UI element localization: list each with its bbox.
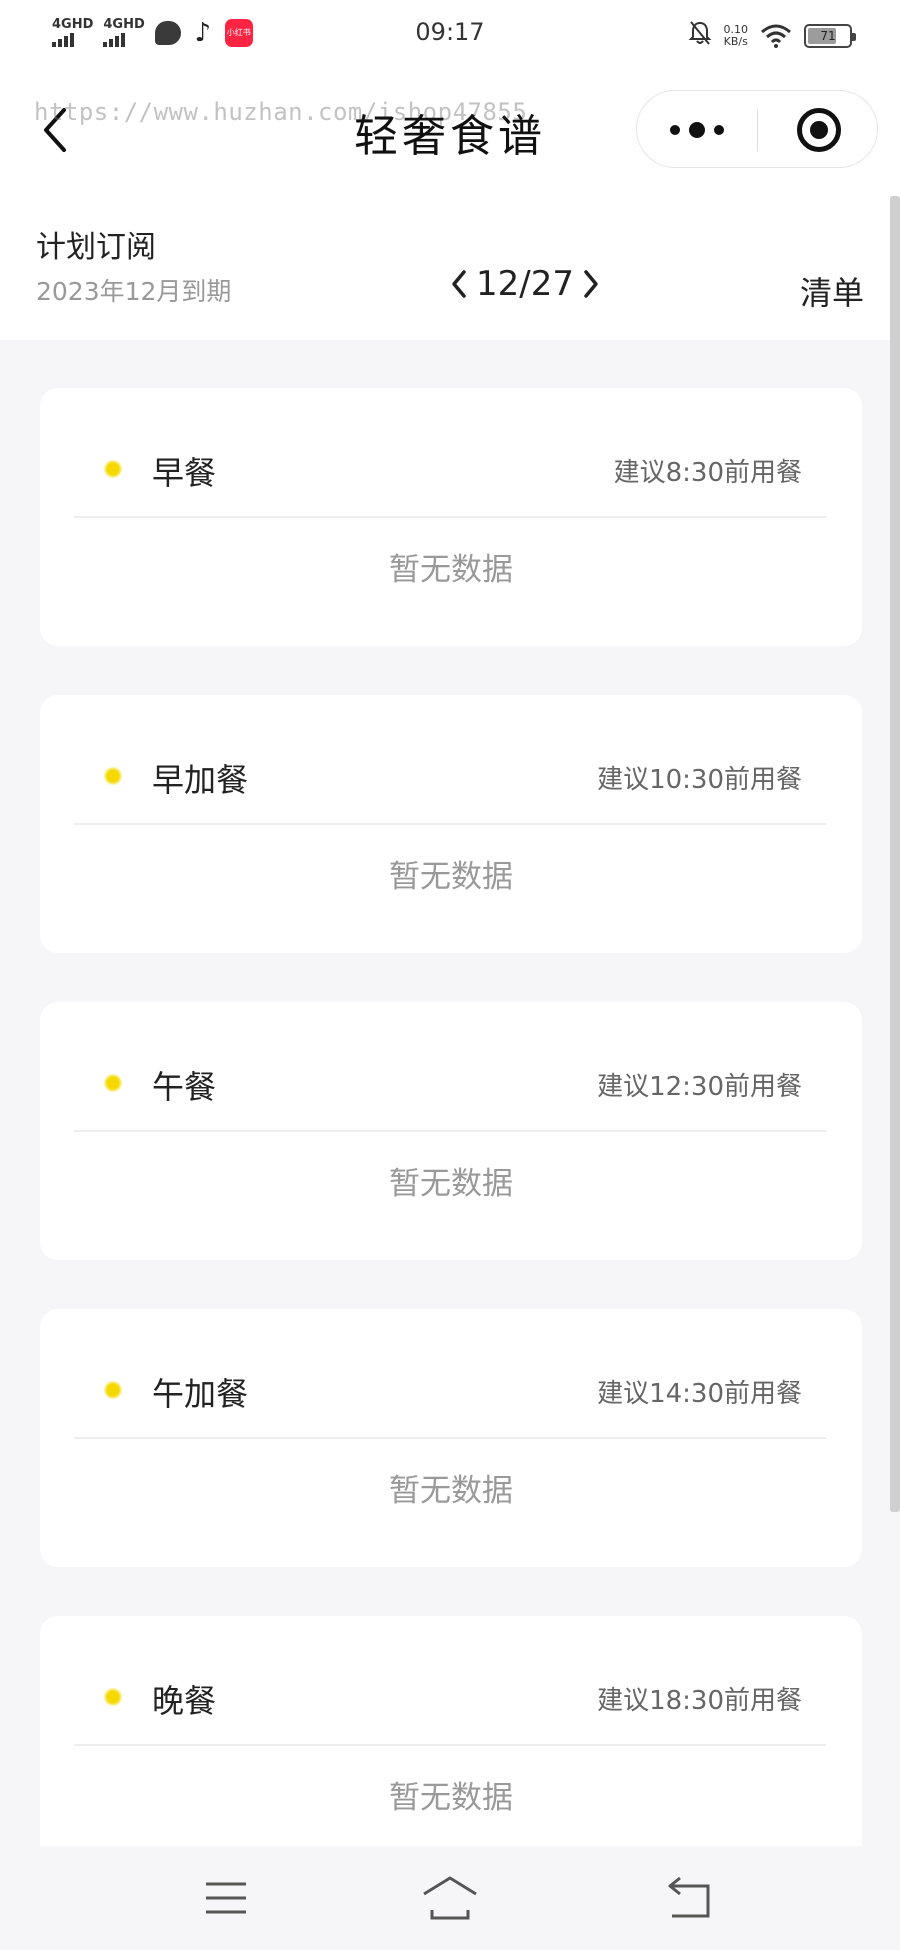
home-button[interactable] bbox=[420, 1872, 480, 1924]
meal-empty-text: 暂无数据 bbox=[389, 859, 513, 895]
meal-card[interactable]: 午餐 建议12:30前用餐 暂无数据 bbox=[40, 1002, 862, 1260]
next-date-chevron-icon[interactable] bbox=[580, 264, 602, 304]
meal-time-tip: 建议12:30前用餐 bbox=[597, 1072, 802, 1102]
list-button[interactable]: 清单 bbox=[800, 268, 864, 314]
meal-dot-icon bbox=[104, 1381, 122, 1399]
meal-name: 早加餐 bbox=[152, 761, 249, 799]
battery-tip bbox=[852, 33, 856, 41]
meal-divider bbox=[74, 823, 826, 825]
status-right-icons: 0.10 KB/s 71 bbox=[688, 20, 856, 52]
meal-card[interactable]: 晚餐 建议18:30前用餐 暂无数据 bbox=[40, 1616, 862, 1846]
status-bar: 4GHD 4GHD ♪ 小红书 09:17 0.10 KB/s 71 bbox=[0, 0, 900, 66]
meal-name: 午加餐 bbox=[152, 1375, 249, 1413]
meal-dot-icon bbox=[104, 460, 122, 478]
miniprogram-capsule bbox=[636, 90, 878, 168]
battery-level-text: 71 bbox=[820, 29, 836, 43]
meal-dot-icon bbox=[104, 1688, 122, 1706]
battery-icon: 71 bbox=[804, 24, 856, 48]
meal-empty-text: 暂无数据 bbox=[389, 1780, 513, 1816]
meal-time-tip: 建议14:30前用餐 bbox=[597, 1379, 802, 1409]
back-system-button[interactable] bbox=[660, 1872, 720, 1924]
mute-bell-icon bbox=[688, 20, 712, 52]
more-menu-button[interactable] bbox=[637, 91, 757, 169]
wifi-icon bbox=[760, 24, 792, 48]
current-date: 12/27 bbox=[476, 264, 574, 304]
return-arrow-icon bbox=[668, 1876, 710, 1918]
meal-name: 午餐 bbox=[152, 1068, 217, 1106]
date-navigator: 12/27 bbox=[448, 264, 602, 304]
nav-bar: https://www.huzhan.com/ishop47855 轻奢食谱 bbox=[0, 66, 900, 196]
meal-name: 早餐 bbox=[152, 454, 217, 492]
net-speed-unit: KB/s bbox=[723, 35, 748, 48]
meal-divider bbox=[74, 516, 826, 518]
meal-empty-text: 暂无数据 bbox=[389, 1166, 513, 1202]
meal-empty-text: 暂无数据 bbox=[389, 552, 513, 588]
meal-card[interactable]: 早加餐 建议10:30前用餐 暂无数据 bbox=[40, 695, 862, 953]
meal-divider bbox=[74, 1130, 826, 1132]
meal-divider bbox=[74, 1744, 826, 1746]
meal-empty-text: 暂无数据 bbox=[389, 1473, 513, 1509]
capsule-divider bbox=[757, 109, 758, 151]
net-speed: 0.10 KB/s bbox=[724, 24, 749, 48]
meal-divider bbox=[74, 1437, 826, 1439]
close-target-button[interactable] bbox=[797, 108, 841, 152]
meal-dot-icon bbox=[104, 1074, 122, 1092]
menu-lines-icon bbox=[206, 1882, 246, 1914]
scrollbar[interactable] bbox=[890, 196, 900, 1512]
meal-card[interactable]: 早餐 建议8:30前用餐 暂无数据 bbox=[40, 388, 862, 646]
meal-time-tip: 建议10:30前用餐 bbox=[597, 765, 802, 795]
subscription-title: 计划订阅 bbox=[36, 230, 156, 265]
meal-time-tip: 建议18:30前用餐 bbox=[597, 1686, 802, 1716]
subscription-header: 计划订阅 2023年12月到期 12/27 清单 bbox=[0, 196, 900, 340]
more-dots-icon bbox=[689, 122, 705, 138]
menu-button[interactable] bbox=[196, 1872, 256, 1924]
meal-name: 晚餐 bbox=[152, 1682, 217, 1720]
meal-time-tip: 建议8:30前用餐 bbox=[613, 458, 802, 488]
meal-dot-icon bbox=[104, 767, 122, 785]
system-nav-bar bbox=[0, 1846, 900, 1950]
more-dots-icon bbox=[714, 125, 724, 135]
meal-card[interactable]: 午加餐 建议14:30前用餐 暂无数据 bbox=[40, 1309, 862, 1567]
prev-date-chevron-icon[interactable] bbox=[448, 264, 470, 304]
subscription-expire: 2023年12月到期 bbox=[36, 277, 232, 306]
more-dots-icon bbox=[670, 125, 680, 135]
home-icon bbox=[423, 1876, 477, 1920]
